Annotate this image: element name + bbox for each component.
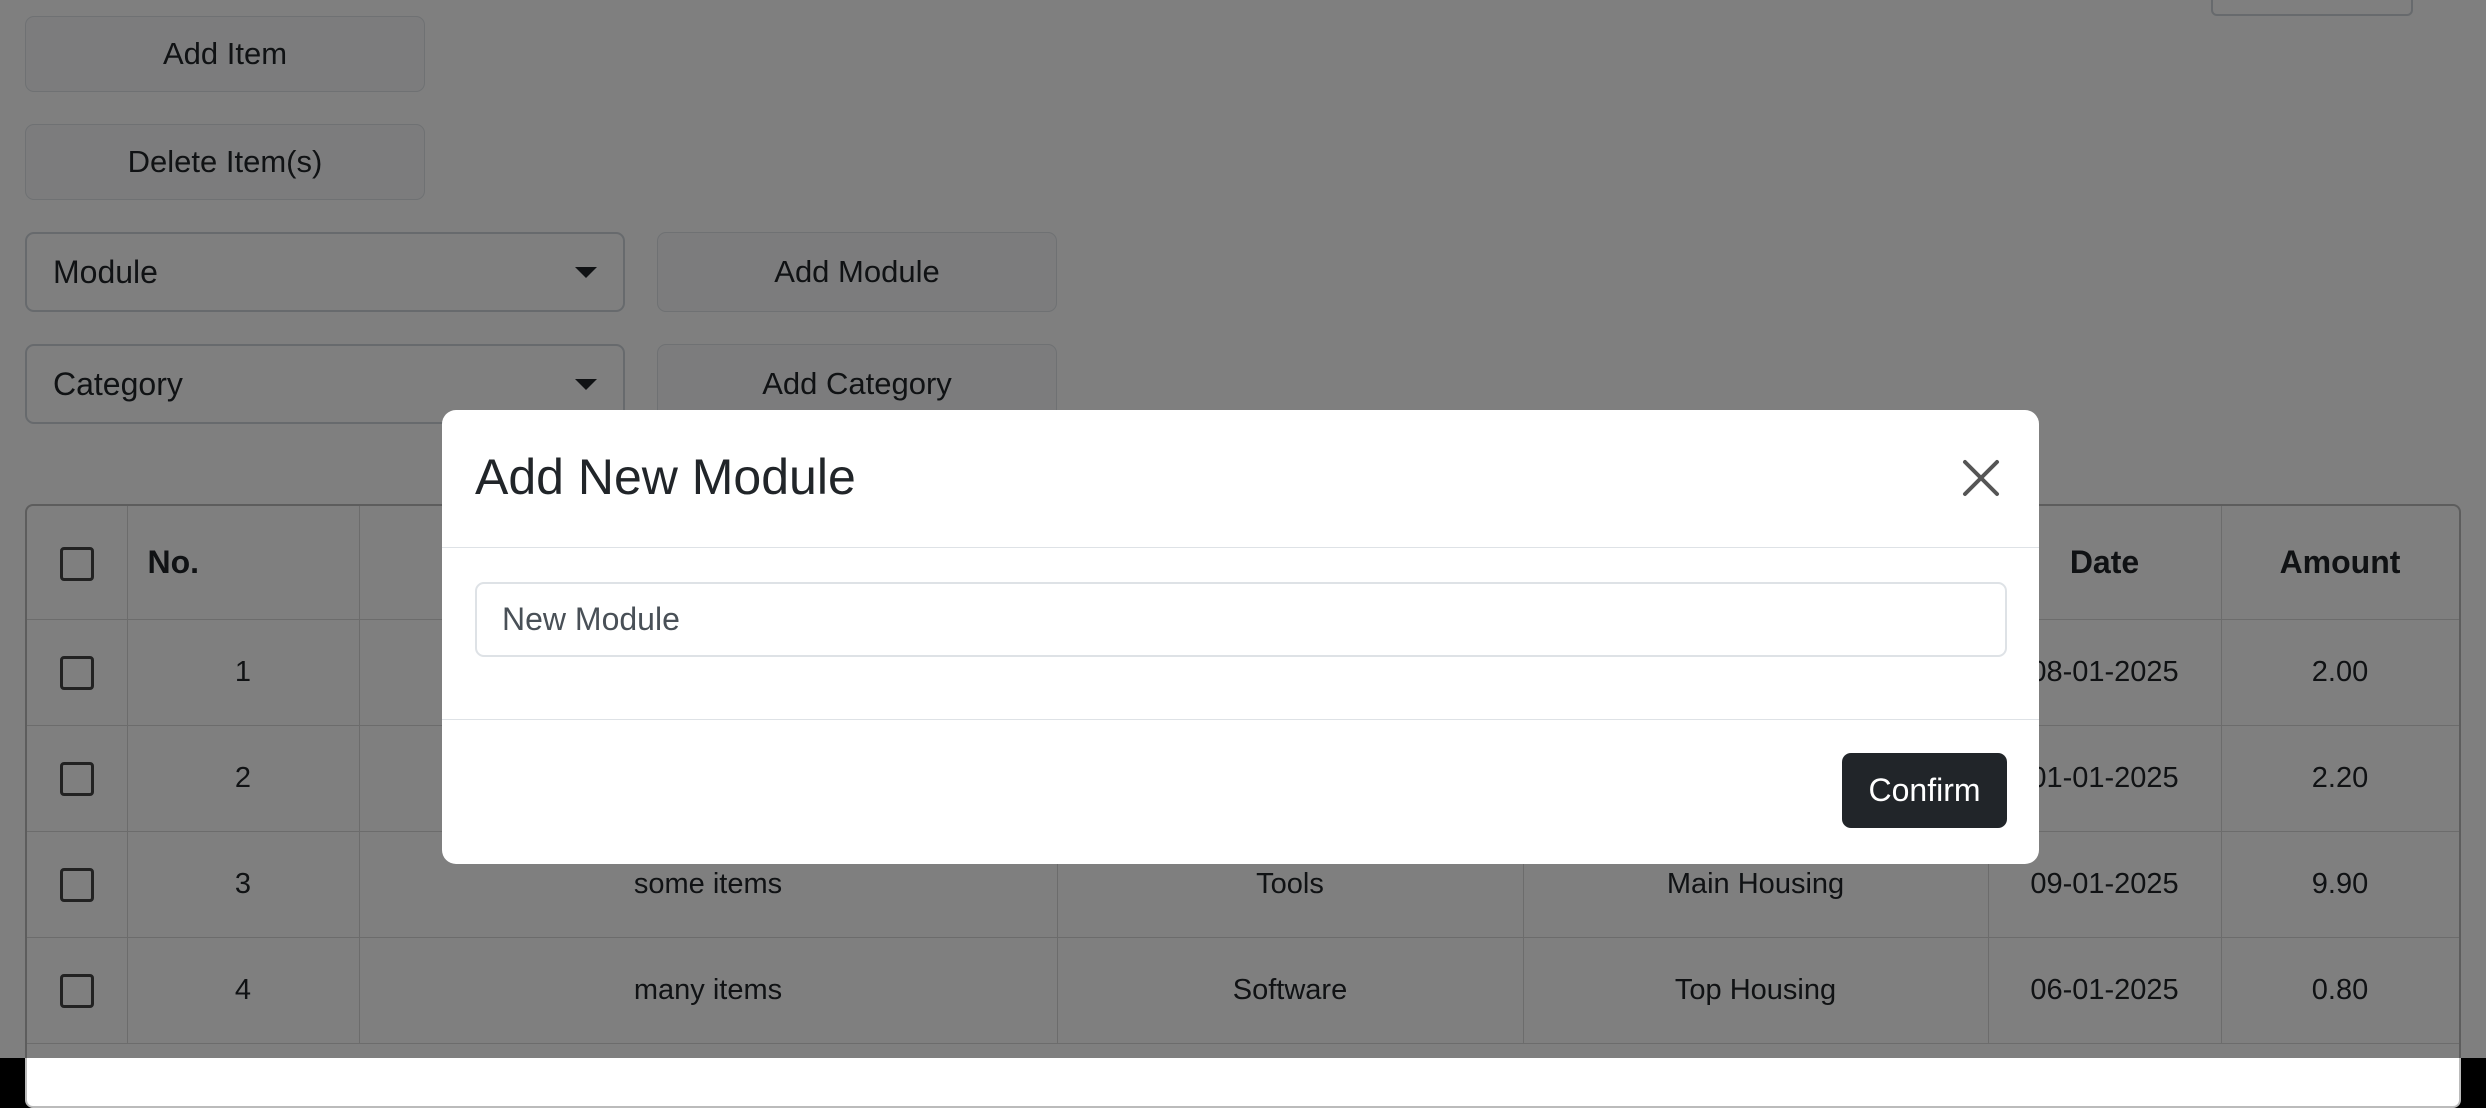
module-name-input[interactable] bbox=[475, 582, 2007, 657]
modal-header: Add New Module bbox=[442, 410, 2039, 548]
modal-footer: Confirm bbox=[442, 720, 2039, 864]
close-icon bbox=[1963, 460, 1999, 496]
confirm-button[interactable]: Confirm bbox=[1842, 753, 2007, 828]
add-module-dialog: Add New Module Confirm bbox=[442, 410, 2039, 864]
modal-body bbox=[442, 548, 2039, 720]
close-button[interactable] bbox=[1955, 452, 2007, 504]
modal-title: Add New Module bbox=[475, 449, 856, 505]
